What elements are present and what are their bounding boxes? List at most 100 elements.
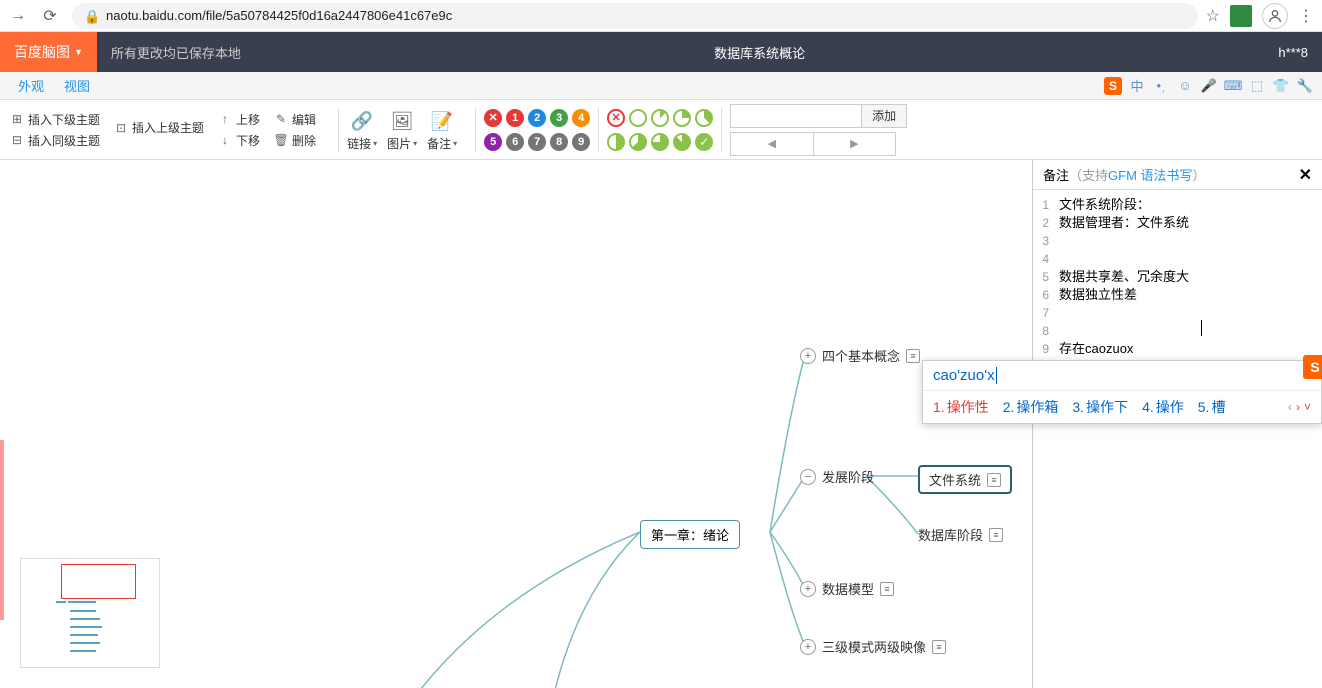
progress-62[interactable] xyxy=(629,133,647,151)
app-logo[interactable]: 百度脑图▼ xyxy=(0,32,97,72)
sogou-icon[interactable]: S xyxy=(1104,77,1122,95)
image-icon: 🖼 xyxy=(388,107,416,135)
insert-parent-button[interactable]: ⊡插入上级主题 xyxy=(114,119,204,136)
progress-palette: ✕ ✓ xyxy=(607,109,713,151)
priority-x[interactable]: ✕ xyxy=(484,109,502,127)
priority-2[interactable]: 2 xyxy=(528,109,546,127)
text-cursor xyxy=(1201,320,1202,336)
insert-child-button[interactable]: ⊞插入下级主题 xyxy=(10,111,100,128)
resource-prev[interactable]: ◀ xyxy=(731,133,813,155)
move-down-button[interactable]: ↓下移 xyxy=(218,132,260,149)
ime-cloth-icon[interactable]: 👕 xyxy=(1272,77,1290,95)
resource-input[interactable] xyxy=(731,105,861,127)
note-indicator-icon[interactable]: ≡ xyxy=(906,349,920,363)
ime-page-nav[interactable]: ‹›˅ xyxy=(1288,400,1311,414)
url-bar[interactable]: 🔒 naotu.baidu.com/file/5a50784425f0d16a2… xyxy=(72,3,1198,29)
move-up-button[interactable]: ↑上移 xyxy=(218,111,260,128)
line-gutter: 123456789 xyxy=(1033,196,1053,682)
priority-7[interactable]: 7 xyxy=(528,133,546,151)
collapsed-branch-indicator[interactable] xyxy=(0,440,4,620)
save-status: 所有更改均已保存本地 xyxy=(97,43,255,62)
bookmark-icon[interactable]: ☆ xyxy=(1206,6,1220,26)
reload-icon[interactable]: ⟳ xyxy=(40,6,60,26)
edit-button[interactable]: ✎编辑 xyxy=(274,111,316,128)
menu-view[interactable]: 视图 xyxy=(64,76,90,95)
delete-button[interactable]: 🗑删除 xyxy=(274,132,316,149)
priority-3[interactable]: 3 xyxy=(550,109,568,127)
note-indicator-icon[interactable]: ≡ xyxy=(987,473,1001,487)
link-icon: 🔗 xyxy=(348,107,376,135)
note-indicator-icon[interactable]: ≡ xyxy=(880,582,894,596)
note-text[interactable]: 文件系统阶段： 数据管理者：文件系统 数据共享差、冗余度大 数据独立性差 存在c… xyxy=(1053,196,1322,682)
progress-37[interactable] xyxy=(695,109,713,127)
progress-0[interactable] xyxy=(629,109,647,127)
collapse-icon[interactable]: − xyxy=(800,469,816,485)
browser-menu-icon[interactable]: ⋮ xyxy=(1298,6,1314,26)
minimap-viewport[interactable] xyxy=(61,564,136,599)
document-title: 数据库系统概论 xyxy=(255,43,1264,62)
ime-keyboard-icon[interactable]: ⌨ xyxy=(1224,77,1242,95)
node-concepts[interactable]: +四个基本概念≡ xyxy=(800,346,920,365)
node-data-model[interactable]: +数据模型≡ xyxy=(800,579,894,598)
extension-icon[interactable] xyxy=(1230,5,1252,27)
ime-candidate-2[interactable]: 2.操作箱 xyxy=(1003,397,1059,417)
ime-lang-icon[interactable]: 中 xyxy=(1128,77,1146,95)
priority-9[interactable]: 9 xyxy=(572,133,590,151)
priority-6[interactable]: 6 xyxy=(506,133,524,151)
ime-candidate-5[interactable]: 5.槽 xyxy=(1198,397,1226,417)
progress-25[interactable] xyxy=(673,109,691,127)
priority-palette: ✕ 1 2 3 4 5 6 7 8 9 xyxy=(484,109,590,151)
expand-icon[interactable]: + xyxy=(800,348,816,364)
resource-group: 添加 ◀ ▶ xyxy=(730,104,907,156)
minimap[interactable] xyxy=(20,558,160,668)
progress-12[interactable] xyxy=(651,109,669,127)
gfm-link[interactable]: GFM 语法书写 xyxy=(1108,165,1193,184)
progress-100[interactable]: ✓ xyxy=(695,133,713,151)
insert-sibling-button[interactable]: ⊟插入同级主题 xyxy=(10,132,100,149)
trash-icon: 🗑 xyxy=(274,133,288,147)
priority-5[interactable]: 5 xyxy=(484,133,502,151)
note-icon: 📝 xyxy=(428,107,456,135)
menubar: 外观 视图 S 中 •ˌ ☺ 🎤 ⌨ ⬚ 👕 🔧 xyxy=(0,72,1322,100)
expand-icon[interactable]: + xyxy=(800,639,816,655)
ime-emoji-icon[interactable]: ☺ xyxy=(1176,77,1194,95)
progress-75[interactable] xyxy=(651,133,669,151)
progress-none[interactable]: ✕ xyxy=(607,109,625,127)
resource-next[interactable]: ▶ xyxy=(813,133,896,155)
note-button[interactable]: 📝备注▾ xyxy=(427,107,457,152)
ime-skin-icon[interactable]: ⬚ xyxy=(1248,77,1266,95)
chevron-down-icon: ▼ xyxy=(74,47,83,57)
priority-4[interactable]: 4 xyxy=(572,109,590,127)
node-database-stage[interactable]: 数据库阶段≡ xyxy=(918,525,1003,544)
ime-tool-icon[interactable]: 🔧 xyxy=(1296,77,1314,95)
toolbar: ⊞插入下级主题 ⊟插入同级主题 ⊡插入上级主题 ↑上移 ↓下移 ✎编辑 🗑删除 … xyxy=(0,100,1322,160)
progress-50[interactable] xyxy=(607,133,625,151)
url-text: naotu.baidu.com/file/5a50784425f0d16a244… xyxy=(106,8,452,23)
node-development[interactable]: −发展阶段 xyxy=(800,467,874,486)
ime-candidate-4[interactable]: 4.操作 xyxy=(1142,397,1184,417)
node-filesystem-selected[interactable]: 文件系统≡ xyxy=(918,465,1012,494)
menu-appearance[interactable]: 外观 xyxy=(18,76,44,95)
image-button[interactable]: 🖼图片▾ xyxy=(387,107,417,152)
priority-1[interactable]: 1 xyxy=(506,109,524,127)
add-resource-button[interactable]: 添加 xyxy=(861,105,906,127)
node-schema[interactable]: +三级模式两级映像≡ xyxy=(800,637,946,656)
link-button[interactable]: 🔗链接▾ xyxy=(347,107,377,152)
arrow-up-icon: ↑ xyxy=(218,112,232,126)
note-indicator-icon[interactable]: ≡ xyxy=(932,640,946,654)
ime-candidate-3[interactable]: 3.操作下 xyxy=(1072,397,1128,417)
profile-icon[interactable] xyxy=(1262,3,1288,29)
expand-icon[interactable]: + xyxy=(800,581,816,597)
progress-87[interactable] xyxy=(673,133,691,151)
root-node[interactable]: 第一章：绪论 xyxy=(640,520,740,549)
ime-candidates: 1.操作性 2.操作箱 3.操作下 4.操作 5.槽 ‹›˅ xyxy=(923,391,1321,423)
ime-mic-icon[interactable]: 🎤 xyxy=(1200,77,1218,95)
ime-punct-icon[interactable]: •ˌ xyxy=(1152,77,1170,95)
forward-icon[interactable]: → xyxy=(8,6,28,26)
user-name[interactable]: h***8 xyxy=(1264,45,1322,60)
ime-candidate-1[interactable]: 1.操作性 xyxy=(933,397,989,417)
notes-editor[interactable]: 123456789 文件系统阶段： 数据管理者：文件系统 数据共享差、冗余度大 … xyxy=(1033,190,1322,688)
priority-8[interactable]: 8 xyxy=(550,133,568,151)
note-indicator-icon[interactable]: ≡ xyxy=(989,528,1003,542)
close-icon[interactable]: ✕ xyxy=(1299,165,1312,185)
